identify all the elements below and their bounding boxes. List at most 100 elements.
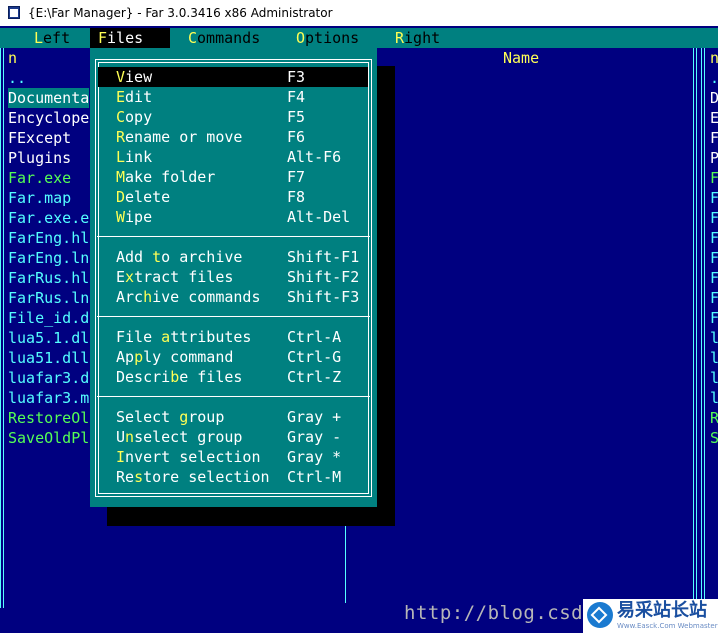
label-suffix: opy [125,108,153,126]
files-menu-item[interactable]: View F3 [98,67,368,87]
label-prefix: U [116,428,126,446]
file-row[interactable]: lua5.1.dl [8,328,89,348]
right-file-row[interactable]: F [710,228,718,248]
files-menu-item[interactable]: Wipe Alt-Del [98,207,368,227]
file-row[interactable]: Far.exe.e [8,208,89,228]
shortcut-key: F3 [287,68,306,86]
file-row[interactable]: SaveOldPl [8,428,89,448]
menu-files[interactable]: Files [90,28,170,48]
left-panel-border [0,48,4,608]
file-row[interactable]: RestoreOl [8,408,89,428]
right-file-row[interactable]: E [710,108,718,128]
hotkey-letter: n [125,428,135,446]
shortcut-key: Gray + [287,408,342,426]
right-file-row[interactable]: D [710,88,718,108]
hotkey-letter: b [170,368,180,386]
label-suffix: elete [125,188,171,206]
label-suffix: e files [179,368,243,386]
right-panel-border-inner [701,48,705,608]
top-menu-bar: Left Files Commands Options Right [0,28,718,48]
files-menu-item[interactable]: File attributes Ctrl-A [98,327,368,347]
file-row[interactable]: .. [8,68,89,88]
shortcut-key: Shift-F2 [287,268,360,286]
right-panel-border-left [693,48,697,608]
files-menu-item[interactable]: Describe files Ctrl-Z [98,367,368,387]
file-row[interactable]: FarRus.ln [8,288,89,308]
shortcut-key: Alt-Del [287,208,351,226]
right-file-row[interactable]: F [710,308,718,328]
hotkey-letter: a [161,328,171,346]
file-row-selected[interactable]: Documenta [8,88,90,108]
file-row[interactable]: Plugins [8,148,89,168]
right-file-row[interactable]: F [710,248,718,268]
menu-separator [97,396,370,397]
hotkey-letter: I [116,448,126,466]
menu-item-label: File attributes [116,327,251,347]
menu-options[interactable]: Options [288,28,367,48]
files-menu-item[interactable]: Invert selection Gray * [98,447,368,467]
shortcut-key: Gray * [287,448,342,466]
right-file-row[interactable]: P [710,148,718,168]
menu-right[interactable]: Right [387,28,448,48]
label-suffix: ttributes [170,328,252,346]
menu-commands[interactable]: Commands [180,28,268,48]
menu-item-label: Wipe [116,207,152,227]
files-menu-item[interactable]: Archive commands Shift-F3 [98,287,368,307]
shortcut-key: Ctrl-A [287,328,342,346]
right-file-row[interactable]: l [710,348,718,368]
menu-left[interactable]: Left [26,28,78,48]
menu-item-label: Copy [116,107,152,127]
hotkey-letter: C [116,108,126,126]
window-title-bar[interactable]: {E:\Far Manager} - Far 3.0.3416 x86 Admi… [0,0,718,26]
hotkey-letter: R [116,128,126,146]
right-file-row[interactable]: F [710,208,718,228]
file-row[interactable]: FarRus.hl [8,268,89,288]
right-file-row[interactable]: l [710,328,718,348]
shortcut-key: F6 [287,128,306,146]
files-menu-item[interactable]: Copy F5 [98,107,368,127]
right-file-row[interactable]: F [710,268,718,288]
files-menu-item[interactable]: Select group Gray + [98,407,368,427]
right-file-row[interactable]: l [710,388,718,408]
files-menu-item[interactable]: Apply command Ctrl-G [98,347,368,367]
right-panel-column-header: n [710,49,718,67]
files-menu-item[interactable]: Edit F4 [98,87,368,107]
right-file-row[interactable]: F [710,168,718,188]
file-row[interactable]: FarEng.ln [8,248,89,268]
file-row[interactable]: lua51.dll [8,348,89,368]
right-file-row[interactable]: R [710,408,718,428]
label-suffix: ename or move [125,128,243,146]
right-file-row[interactable]: F [710,288,718,308]
file-row[interactable]: Far.map [8,188,89,208]
right-file-row[interactable]: l [710,368,718,388]
menu-separator [97,316,370,317]
right-file-row[interactable]: S [710,428,718,448]
file-row[interactable]: luafar3.m [8,388,89,408]
files-menu-item[interactable]: Rename or move F6 [98,127,368,147]
files-menu-item[interactable]: Add to archive Shift-F1 [98,247,368,267]
files-menu-item[interactable]: Link Alt-F6 [98,147,368,167]
files-menu-item[interactable]: Unselect group Gray - [98,427,368,447]
file-row[interactable]: luafar3.d [8,368,89,388]
file-row[interactable]: Far.exe [8,168,89,188]
label-suffix: roup [188,408,225,426]
file-row[interactable]: File_id.d [8,308,89,328]
right-file-row[interactable]: F [710,188,718,208]
menu-item-label: Invert selection [116,447,261,467]
right-file-row[interactable]: F [710,128,718,148]
files-menu-item[interactable]: Extract files Shift-F2 [98,267,368,287]
files-menu-item[interactable]: Delete F8 [98,187,368,207]
right-file-row[interactable]: . [710,68,718,88]
label-prefix: Descri [116,368,171,386]
files-menu-item[interactable]: Make folder F7 [98,167,368,187]
label-prefix: Re [116,468,135,486]
far-app-icon[interactable] [8,6,20,19]
file-row[interactable]: FarEng.hl [8,228,89,248]
file-row[interactable]: FExcept [8,128,89,148]
file-row[interactable]: Encyclope [8,108,89,128]
label-prefix: File [116,328,162,346]
files-menu-item[interactable]: Restore selection Ctrl-M [98,467,368,487]
window-title: {E:\Far Manager} - Far 3.0.3416 x86 Admi… [28,6,333,20]
menu-item-label: Describe files [116,367,242,387]
label-prefix: E [116,268,126,286]
